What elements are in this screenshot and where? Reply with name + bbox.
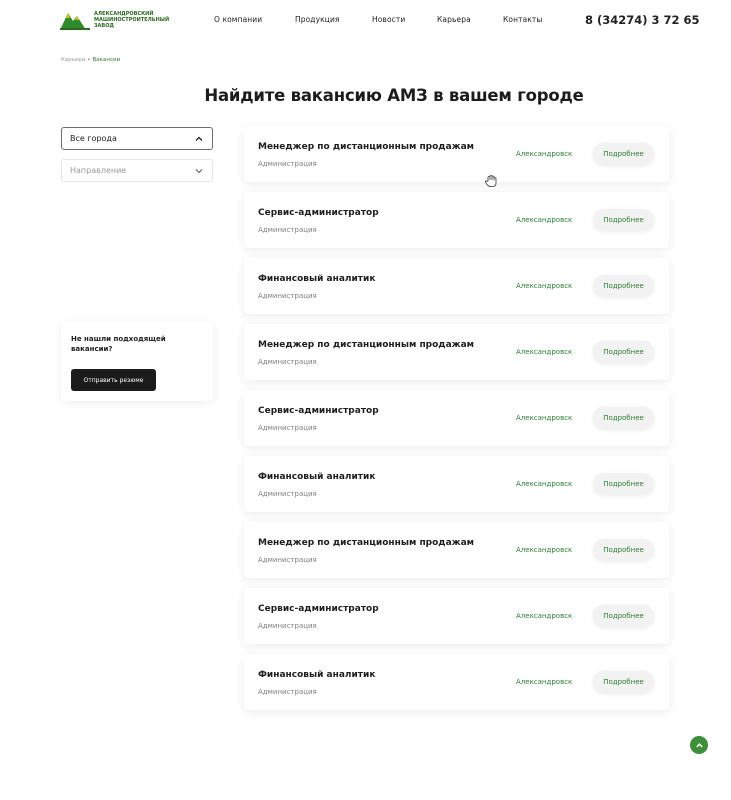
nav-about[interactable]: О компании xyxy=(214,15,262,24)
direction-select-placeholder: Направление xyxy=(70,166,127,175)
vacancy-details-button[interactable]: Подробнее xyxy=(593,671,654,693)
vacancy-city: Александровск xyxy=(516,612,573,620)
vacancy-card: Финансовый аналитик Администрация Александ… xyxy=(244,654,669,710)
vacancy-title[interactable]: Сервис-администратор xyxy=(258,208,379,218)
vacancy-details-button[interactable]: Подробнее xyxy=(593,341,654,363)
vacancy-city: Александровск xyxy=(516,480,573,488)
vacancy-card: Менеджер по дистанционным продажам Админи… xyxy=(244,324,669,380)
vacancy-details-button[interactable]: Подробнее xyxy=(593,209,654,231)
vacancy-city: Александровск xyxy=(516,546,573,554)
vacancy-details-button[interactable]: Подробнее xyxy=(593,407,654,429)
nav-contacts[interactable]: Контакты xyxy=(503,15,542,24)
vacancy-title[interactable]: Менеджер по дистанционным продажам xyxy=(258,340,474,350)
vacancy-card: Сервис-администратор Администрация Алексан… xyxy=(244,192,669,248)
vacancy-list: Менеджер по дистанционным продажам Админи… xyxy=(244,126,669,720)
scroll-to-top-button[interactable] xyxy=(690,736,708,754)
page-title: Найдите вакансию АМЗ в вашем городе xyxy=(204,86,584,105)
breadcrumb-separator: • xyxy=(87,57,91,63)
vacancy-details-button[interactable]: Подробнее xyxy=(593,605,654,627)
company-logo[interactable]: Александровский машиностроительный завод xyxy=(60,10,169,30)
vacancy-city: Александровск xyxy=(516,150,573,158)
vacancy-department: Администрация xyxy=(258,226,317,234)
vacancy-department: Администрация xyxy=(258,490,317,498)
city-select-value: Все города xyxy=(70,134,117,143)
hand-cursor-icon xyxy=(484,175,497,187)
vacancy-details-button[interactable]: Подробнее xyxy=(593,275,654,297)
logo-line-3: завод xyxy=(94,23,114,29)
direction-select[interactable]: Направление xyxy=(61,159,213,182)
vacancy-title[interactable]: Сервис-администратор xyxy=(258,604,379,614)
chevron-up-icon xyxy=(195,136,203,141)
vacancy-title[interactable]: Менеджер по дистанционным продажам xyxy=(258,538,474,548)
vacancy-department: Администрация xyxy=(258,292,317,300)
phone-number[interactable]: 8 (34274) 3 72 65 xyxy=(585,13,700,27)
vacancy-city: Александровск xyxy=(516,348,573,356)
vacancy-department: Администрация xyxy=(258,358,317,366)
vacancy-city: Александровск xyxy=(516,414,573,422)
vacancy-details-button[interactable]: Подробнее xyxy=(593,539,654,561)
chevron-down-icon xyxy=(195,168,203,173)
arrow-up-icon xyxy=(695,742,703,747)
vacancy-city: Александровск xyxy=(516,282,573,290)
vacancy-card: Финансовый аналитик Администрация Александ… xyxy=(244,456,669,512)
nav-career[interactable]: Карьера xyxy=(437,15,471,24)
vacancy-details-button[interactable]: Подробнее xyxy=(593,143,654,165)
vacancy-department: Администрация xyxy=(258,424,317,432)
vacancy-department: Администрация xyxy=(258,622,317,630)
mountains-logo-icon xyxy=(60,13,90,30)
vacancy-title[interactable]: Сервис-администратор xyxy=(258,406,379,416)
logo-text: Александровский машиностроительный завод xyxy=(94,11,169,29)
vacancy-details-button[interactable]: Подробнее xyxy=(593,473,654,495)
breadcrumb-career-link[interactable]: Карьера xyxy=(61,57,85,63)
vacancy-city: Александровск xyxy=(516,216,573,224)
nav-products[interactable]: Продукция xyxy=(295,15,340,24)
vacancy-card: Менеджер по дистанционным продажам Админи… xyxy=(244,126,669,182)
city-select[interactable]: Все города xyxy=(61,127,213,150)
breadcrumb-current: Вакансии xyxy=(92,57,121,63)
vacancy-title[interactable]: Финансовый аналитик xyxy=(258,670,375,680)
vacancy-department: Администрация xyxy=(258,688,317,696)
help-text: Не нашли подходящей вакансии? xyxy=(71,335,166,353)
vacancy-department: Администрация xyxy=(258,160,317,168)
resume-help-card: Не нашли подходящей вакансии? Отправить … xyxy=(61,321,213,401)
vacancy-city: Александровск xyxy=(516,678,573,686)
vacancy-title[interactable]: Финансовый аналитик xyxy=(258,472,375,482)
vacancy-title[interactable]: Финансовый аналитик xyxy=(258,274,375,284)
vacancy-card: Менеджер по дистанционным продажам Админи… xyxy=(244,522,669,578)
breadcrumb: Карьера • Вакансии xyxy=(61,57,120,63)
vacancy-department: Администрация xyxy=(258,556,317,564)
vacancy-title[interactable]: Менеджер по дистанционным продажам xyxy=(258,142,474,152)
vacancy-card: Финансовый аналитик Администрация Александ… xyxy=(244,258,669,314)
nav-news[interactable]: Новости xyxy=(372,15,405,24)
site-header: Александровский машиностроительный завод… xyxy=(0,0,731,40)
send-resume-button[interactable]: Отправить резюме xyxy=(71,369,156,391)
vacancy-card: Сервис-администратор Администрация Алексан… xyxy=(244,390,669,446)
vacancy-card: Сервис-администратор Администрация Алексан… xyxy=(244,588,669,644)
